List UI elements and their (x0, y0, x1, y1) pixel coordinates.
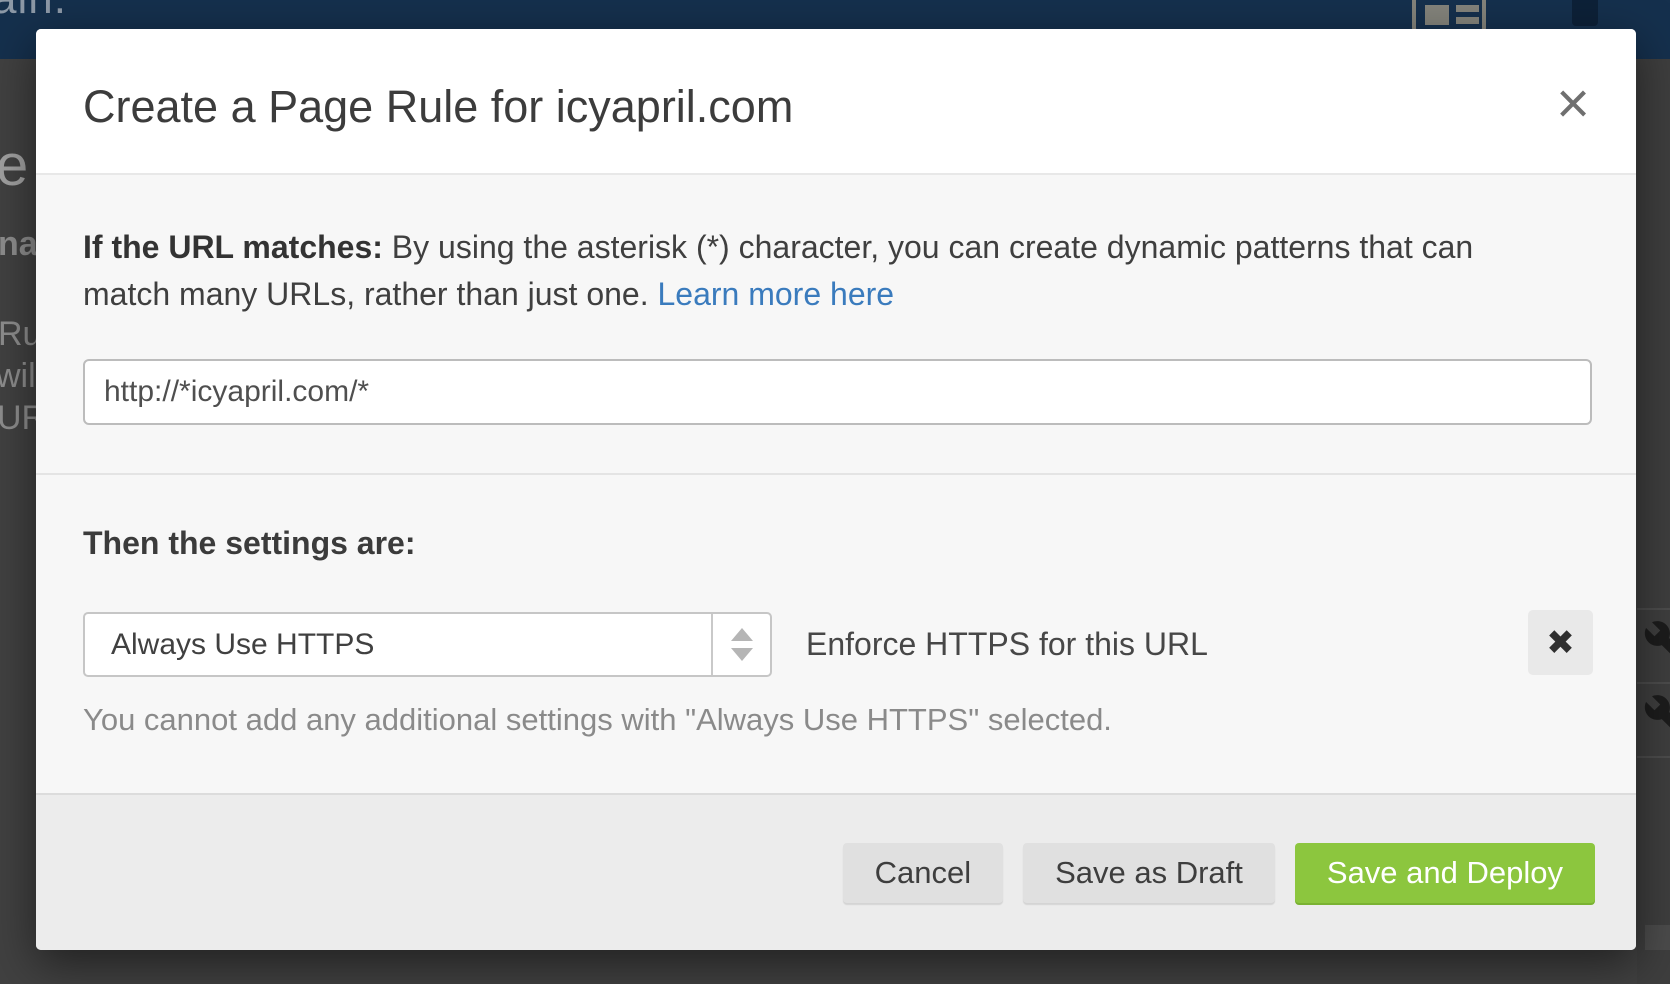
chevron-down-icon (731, 648, 753, 661)
background-text-fragment: e (0, 132, 28, 199)
settings-heading: Then the settings are: (83, 525, 416, 562)
cancel-button[interactable]: Cancel (843, 843, 1004, 903)
save-as-draft-button[interactable]: Save as Draft (1023, 843, 1275, 903)
create-page-rule-modal: Create a Page Rule for icyapril.com × If… (36, 29, 1636, 950)
modal-footer: Cancel Save as Draft Save and Deploy (36, 793, 1636, 950)
url-pattern-input[interactable] (83, 359, 1592, 425)
navbar-panel-icon (1572, 0, 1598, 26)
section-divider (36, 473, 1636, 475)
learn-more-link[interactable]: Learn more here (657, 276, 894, 312)
wrench-icon (1643, 693, 1670, 739)
setting-description: Enforce HTTPS for this URL (806, 612, 1208, 677)
setting-row: Always Use HTTPS Enforce HTTPS for this … (36, 612, 1636, 677)
select-stepper-icon[interactable] (711, 614, 770, 675)
url-match-label: If the URL matches: (83, 229, 383, 265)
chevron-up-icon (731, 628, 753, 641)
modal-title: Create a Page Rule for icyapril.com (83, 81, 793, 133)
url-match-help-text: If the URL matches: By using the asteris… (83, 224, 1563, 318)
remove-setting-button[interactable]: ✖ (1528, 610, 1593, 675)
close-icon[interactable]: × (1556, 75, 1590, 133)
modal-header: Create a Page Rule for icyapril.com × (36, 29, 1636, 175)
background-right-panel (1637, 59, 1670, 984)
screen: ain. e nav Ru will UR Create a Page Rule… (0, 0, 1670, 984)
setting-note: You cannot add any additional settings w… (83, 702, 1112, 738)
wrench-icon (1643, 619, 1670, 665)
setting-select[interactable]: Always Use HTTPS (83, 612, 772, 677)
setting-select-value: Always Use HTTPS (85, 614, 711, 675)
background-navbar-text: ain. (0, 0, 67, 24)
save-and-deploy-button[interactable]: Save and Deploy (1295, 843, 1595, 903)
